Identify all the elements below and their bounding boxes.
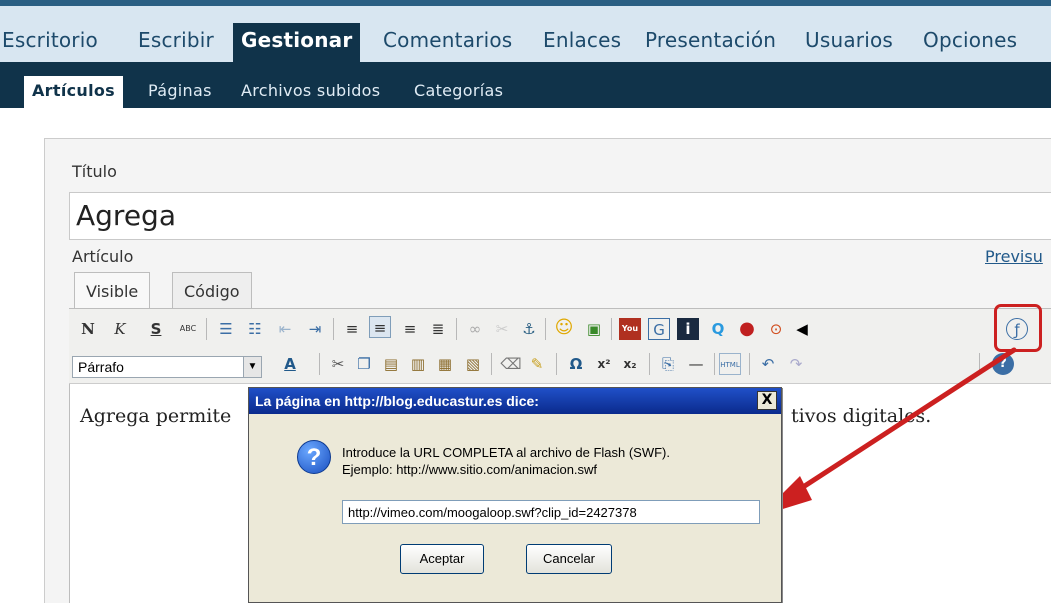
audio-icon[interactable]: ◀: [791, 318, 813, 340]
media-play-icon[interactable]: ⊙: [765, 318, 787, 340]
horizontal-rule-icon[interactable]: —: [685, 353, 707, 375]
toolbar-separator: [456, 318, 457, 340]
preview-link[interactable]: Previsu: [985, 247, 1043, 266]
italic-icon[interactable]: K: [109, 318, 131, 340]
dialog-title: La página en http://blog.educastur.es di…: [249, 388, 781, 414]
toolbar-separator: [611, 318, 612, 340]
nav-item-presentacion[interactable]: Presentación: [645, 28, 776, 52]
close-icon[interactable]: X: [757, 391, 777, 410]
subscript-icon[interactable]: x₂: [619, 353, 641, 375]
unlink-icon[interactable]: ✂: [491, 318, 513, 340]
dialog-message-line1: Introduce la URL COMPLETA al archivo de …: [342, 445, 670, 460]
quicktime-icon[interactable]: Q: [707, 318, 729, 340]
toolbar-separator: [333, 318, 334, 340]
question-icon: ?: [297, 440, 331, 474]
editor-text-start: Agrega permite: [80, 405, 232, 427]
undo-icon[interactable]: ↶: [757, 353, 779, 375]
paste-text-icon[interactable]: ▥: [407, 353, 429, 375]
toolbar-separator: [979, 353, 980, 375]
nav-item-opciones[interactable]: Opciones: [923, 28, 1017, 52]
bold-icon[interactable]: N: [77, 318, 99, 340]
editor-toolbar-row1: N K S ABC ☰ ☷ ⇤ ⇥ ≡ ≡ ≡ ≣ ∞ ✂ ⚓ ☺ ▣ You …: [69, 309, 1051, 348]
tab-visible[interactable]: Visible: [74, 272, 151, 308]
youtube-icon[interactable]: You: [619, 318, 641, 340]
nav-item-escribir[interactable]: Escribir: [138, 28, 214, 52]
copy-icon[interactable]: ❐: [353, 353, 375, 375]
subnav-item-categorias[interactable]: Categorías: [414, 81, 503, 100]
cancelar-button[interactable]: Cancelar: [526, 544, 612, 574]
record-icon[interactable]: ●: [736, 318, 758, 340]
spellcheck-icon[interactable]: ABC: [177, 318, 199, 340]
cleanup-icon[interactable]: ✎: [526, 353, 548, 375]
toolbar-separator: [206, 318, 207, 340]
toolbar-separator: [556, 353, 557, 375]
title-label: Título: [72, 162, 117, 181]
font-color-icon[interactable]: A: [279, 353, 301, 375]
align-right-icon[interactable]: ≡: [399, 318, 421, 340]
toolbar-separator: [749, 353, 750, 375]
article-label: Artículo: [72, 247, 134, 266]
outdent-icon[interactable]: ⇤: [274, 318, 296, 340]
dialog-message-line2: Ejemplo: http://www.sitio.com/animacion.…: [342, 462, 598, 477]
html-icon[interactable]: HTML: [719, 353, 741, 375]
align-left-icon[interactable]: ≡: [341, 318, 363, 340]
cut-icon[interactable]: ✂: [327, 353, 349, 375]
subnav-item-paginas[interactable]: Páginas: [148, 81, 212, 100]
title-input[interactable]: Agrega: [69, 192, 1051, 240]
subnav-item-archivos-subidos[interactable]: Archivos subidos: [241, 81, 380, 100]
toolbar-separator: [714, 353, 715, 375]
help-icon[interactable]: ?: [992, 353, 1014, 375]
superscript-icon[interactable]: x²: [593, 353, 615, 375]
strikethrough-icon[interactable]: S: [145, 318, 167, 340]
url-input[interactable]: http://vimeo.com/moogaloop.swf?clip_id=2…: [342, 500, 760, 524]
nav-item-usuarios[interactable]: Usuarios: [805, 28, 893, 52]
anchor-icon[interactable]: ⚓: [518, 318, 540, 340]
google-video-icon[interactable]: G: [648, 318, 670, 340]
redo-icon[interactable]: ↷: [785, 353, 807, 375]
justify-icon[interactable]: ≣: [427, 318, 449, 340]
aceptar-button[interactable]: Aceptar: [400, 544, 484, 574]
paste-word-icon[interactable]: ▦: [434, 353, 456, 375]
nav-item-comentarios[interactable]: Comentarios: [383, 28, 512, 52]
tab-codigo[interactable]: Código: [172, 272, 252, 308]
nav-item-escritorio[interactable]: Escritorio: [2, 28, 98, 52]
align-center-icon[interactable]: ≡: [369, 316, 391, 338]
toolbar-separator: [649, 353, 650, 375]
toolbar-separator: [545, 318, 546, 340]
editor-text-end: tivos digitales.: [791, 405, 932, 427]
admin-top-nav: Escritorio Escribir Gestionar Comentario…: [0, 0, 1051, 68]
eraser-icon[interactable]: ⌫: [500, 353, 522, 375]
info-icon[interactable]: i: [677, 318, 699, 340]
chevron-down-icon[interactable]: ▼: [243, 357, 261, 377]
paste-html-icon[interactable]: ▧: [462, 353, 484, 375]
special-char-icon[interactable]: Ω: [565, 353, 587, 375]
link-icon[interactable]: ∞: [464, 318, 486, 340]
emoticon-icon[interactable]: ☺: [553, 317, 575, 339]
numbered-list-icon[interactable]: ☷: [244, 318, 266, 340]
flash-button-highlight: [994, 304, 1042, 352]
page-break-icon[interactable]: ⎘: [657, 353, 679, 375]
format-select-value: Párrafo: [78, 359, 124, 375]
bullet-list-icon[interactable]: ☰: [215, 318, 237, 340]
subnav-item-articulos[interactable]: Artículos: [24, 76, 123, 108]
image-icon[interactable]: ▣: [583, 318, 605, 340]
paste-icon[interactable]: ▤: [380, 353, 402, 375]
format-select[interactable]: Párrafo ▼: [72, 356, 262, 378]
nav-item-enlaces[interactable]: Enlaces: [543, 28, 621, 52]
indent-icon[interactable]: ⇥: [304, 318, 326, 340]
toolbar-separator: [491, 353, 492, 375]
admin-sub-nav: Artículos Páginas Archivos subidos Categ…: [0, 62, 1051, 108]
toolbar-separator: [319, 353, 320, 375]
prompt-dialog: La página en http://blog.educastur.es di…: [248, 387, 782, 603]
